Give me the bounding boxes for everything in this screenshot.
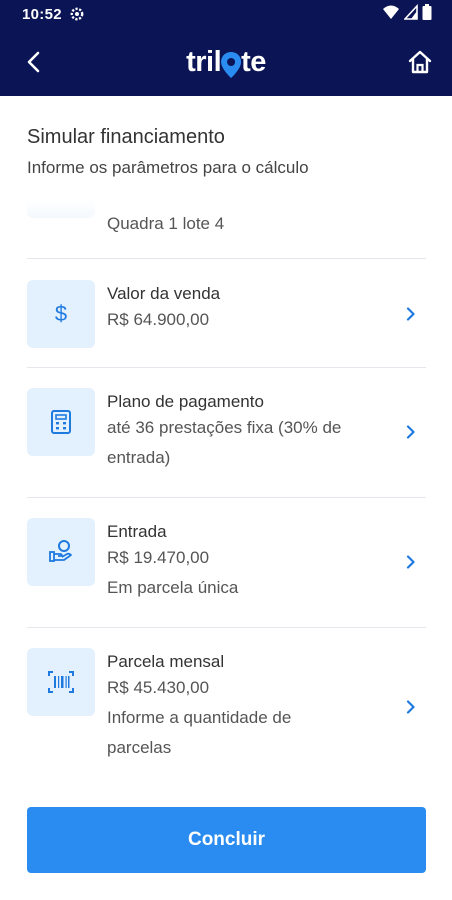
list-item-sale-value[interactable]: $ Valor da venda R$ 64.900,00: [27, 280, 426, 367]
chevron-right-icon: [406, 700, 415, 714]
list-item-monthly-installment[interactable]: Parcela mensal R$ 45.430,00 Informe a qu…: [27, 648, 426, 776]
down-payment-amount: R$ 19.470,00: [107, 548, 210, 567]
scroll-fade: [27, 200, 426, 218]
sale-value-amount: R$ 64.900,00: [107, 310, 210, 329]
dollar-icon-container: $: [27, 280, 95, 348]
chevron-right-icon: [406, 307, 415, 321]
back-button[interactable]: [18, 46, 50, 78]
status-time: 10:52: [22, 6, 62, 23]
calculator-icon: [51, 410, 71, 434]
page-title: Simular financiamento: [27, 126, 225, 148]
calculator-icon-container: [27, 388, 95, 456]
location-pin-icon: [220, 51, 242, 79]
lot-value: Quadra 1 lote 4: [107, 214, 225, 233]
status-bar: 10:52: [0, 0, 452, 30]
divider: [27, 367, 426, 368]
list-item-down-payment[interactable]: Entrada R$ 19.470,00 Em parcela única: [27, 518, 426, 627]
home-button[interactable]: [402, 44, 438, 80]
hand-money-icon-container: [27, 518, 95, 586]
monthly-installment-text: Parcela mensal R$ 45.430,00 Informe a qu…: [107, 651, 387, 763]
app-header-background: 10:52 tril te: [0, 0, 452, 96]
chevron-right-icon: [406, 555, 415, 569]
payment-plan-value-line-1: até 36 prestações fixa (30% de: [107, 418, 342, 437]
monthly-installment-label: Parcela mensal: [107, 652, 225, 671]
down-payment-detail: Em parcela única: [107, 578, 239, 597]
logo-text-left: tril: [186, 46, 222, 78]
list-item-lot[interactable]: Quadra 1 lote 4: [27, 200, 426, 258]
list-item-payment-plan[interactable]: Plano de pagamento até 36 prestações fix…: [27, 388, 426, 497]
monthly-installment-hint-line-2: parcelas: [107, 738, 172, 757]
signal-icon: [403, 3, 418, 25]
settings-gear-icon: [69, 6, 85, 22]
arrow-left-icon: [27, 51, 40, 73]
payment-plan-text: Plano de pagamento até 36 prestações fix…: [107, 391, 387, 473]
barcode-icon-container: [27, 648, 95, 716]
divider: [27, 258, 426, 259]
svg-text:$: $: [55, 301, 67, 326]
monthly-installment-amount: R$ 45.430,00: [107, 678, 210, 697]
down-payment-label: Entrada: [107, 522, 167, 541]
parameters-list[interactable]: Quadra 1 lote 4 $ Valor da venda R$ 64.9…: [27, 200, 426, 776]
home-icon: [408, 50, 432, 74]
payment-plan-value-line-2: entrada): [107, 448, 171, 467]
dollar-icon: $: [55, 301, 67, 326]
sale-value-label: Valor da venda: [107, 284, 221, 303]
down-payment-text: Entrada R$ 19.470,00 Em parcela única: [107, 521, 387, 603]
sale-value-text: Valor da venda R$ 64.900,00: [107, 283, 387, 335]
divider: [27, 497, 426, 498]
wifi-icon: [382, 4, 400, 25]
app-header: tril te: [0, 30, 452, 96]
payment-plan-label: Plano de pagamento: [107, 392, 264, 411]
battery-icon: [422, 3, 432, 25]
conclude-button[interactable]: Concluir: [27, 807, 426, 873]
trilote-logo: tril te: [186, 46, 266, 79]
system-icons: [382, 3, 432, 25]
page-subtitle: Informe os parâmetros para o cálculo: [27, 158, 309, 177]
chevron-right-icon: [406, 425, 415, 439]
hand-money-icon: [49, 540, 72, 562]
monthly-installment-hint-line-1: Informe a quantidade de: [107, 708, 292, 727]
divider: [27, 627, 426, 628]
logo-text-right: te: [241, 46, 266, 78]
barcode-icon: [48, 671, 74, 693]
